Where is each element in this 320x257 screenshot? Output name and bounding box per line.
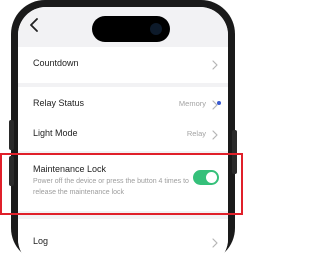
chevron-right-icon (212, 60, 218, 70)
countdown-label: Countdown (33, 58, 79, 68)
log-card: Log (18, 219, 228, 257)
maintenance-lock-label: Maintenance Lock (33, 164, 107, 174)
chevron-right-icon (212, 238, 218, 248)
relay-status-label: Relay Status (33, 98, 85, 108)
relay-status-value: Memory (178, 99, 206, 108)
phone-side-button (9, 120, 14, 150)
maintenance-lock-toggle[interactable] (193, 170, 219, 185)
dynamic-island (92, 16, 170, 42)
camera-icon (150, 23, 162, 35)
chevron-right-icon (212, 130, 218, 140)
log-row[interactable]: Log (18, 225, 228, 257)
phone-power-button (232, 130, 237, 174)
maintenance-lock-description: Power off the device or press the button… (33, 178, 189, 196)
light-mode-row[interactable]: Light Mode Relay (18, 117, 228, 153)
chevron-left-icon[interactable] (28, 18, 40, 32)
countdown-row[interactable]: Countdown (18, 47, 228, 83)
toggle-knob (206, 172, 217, 183)
log-label: Log (33, 236, 49, 246)
light-mode-label: Light Mode (33, 128, 78, 138)
screen: s Countdown Relay Status Memory Light Mo… (18, 7, 228, 257)
light-mode-value: Relay (186, 129, 206, 138)
scroll-indicator (217, 101, 221, 105)
phone-side-button (9, 156, 14, 186)
relay-card: Relay Status Memory Light Mode Relay (18, 87, 228, 151)
countdown-card: Countdown (18, 47, 228, 83)
